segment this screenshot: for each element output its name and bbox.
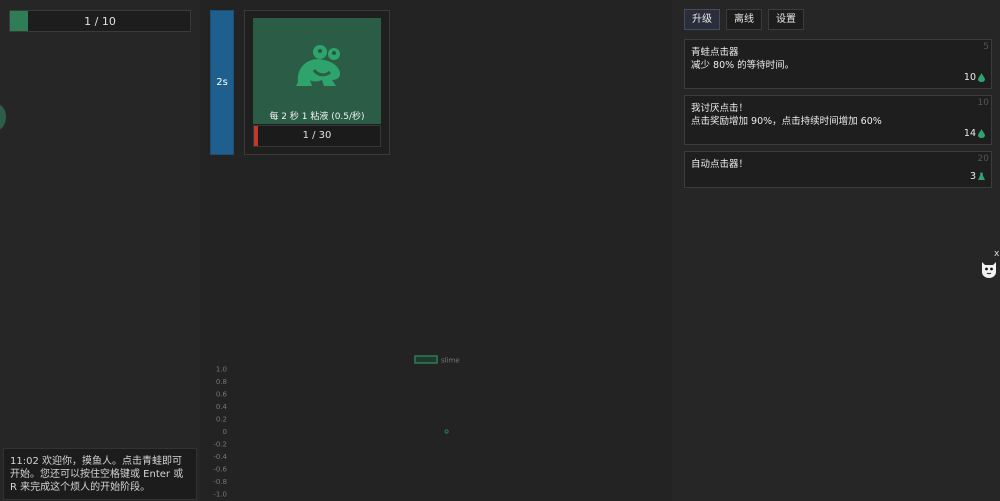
collapsed-side-tab[interactable]	[0, 104, 6, 130]
message-log: 11:02 欢迎你，摸鱼人。点击青蛙即可开始。您还可以按住空格键或 Enter …	[3, 448, 197, 500]
frog-rate-caption: 每 2 秒 1 粘液 (0.5/秒)	[269, 112, 365, 122]
timer-label: 2s	[216, 77, 228, 88]
y-tick-label: 0	[223, 428, 227, 436]
main-panel: 2s 每 2 秒 1 粘液 (0.5/秒) 1 / 30 slime 1.0 0.8…	[200, 0, 672, 501]
log-time: 11:02	[10, 456, 39, 467]
frog-card[interactable]: 每 2 秒 1 粘液 (0.5/秒) 1 / 30	[244, 10, 390, 155]
flask-icon	[978, 172, 985, 180]
legend-swatch[interactable]	[414, 355, 438, 364]
y-tick-label: 1.0	[216, 366, 227, 374]
wait-timer-bar: 2s	[210, 10, 234, 155]
upgrade-cost: 3	[970, 170, 985, 183]
frog-counter-label: 1 / 30	[302, 130, 332, 141]
upgrade-i-hate-clicking[interactable]: 10 我讨厌点击！ 点击奖励增加 90%，点击持续时间增加 60% 14	[684, 95, 992, 145]
upgrade-title: 我讨厌点击！	[691, 103, 749, 114]
tab-offline[interactable]: 离线	[726, 9, 762, 30]
y-tick-label: 0.2	[216, 416, 227, 424]
tab-upgrades[interactable]: 升级	[684, 9, 720, 30]
progress-label: 1 / 10	[84, 15, 116, 28]
y-tick-label: 0.6	[216, 391, 228, 399]
cat-badge-icon[interactable]	[980, 258, 998, 278]
y-tick-label: -0.6	[213, 466, 227, 474]
tab-settings[interactable]: 设置	[768, 9, 804, 30]
slime-drop-icon	[978, 129, 985, 138]
upgrade-cost: 10	[964, 71, 985, 84]
tab-bar: 升级 离线 设置	[684, 9, 804, 30]
y-tick-label: -0.8	[213, 478, 227, 486]
left-panel: 1 / 10 11:02 欢迎你，摸鱼人。点击青蛙即可开始。您还可以按住空格键或…	[0, 0, 200, 501]
upgrade-cost: 14	[964, 127, 985, 140]
cost-value: 14	[963, 128, 976, 139]
upgrade-title: 自动点击器！	[691, 159, 749, 170]
cost-value: 10	[963, 72, 976, 83]
slime-drop-icon	[978, 73, 985, 82]
upgrade-autoclicker[interactable]: 20 自动点击器！ 3	[684, 151, 992, 188]
y-tick-label: 0.8	[216, 378, 227, 386]
frog-counter: 1 / 30	[253, 125, 381, 147]
upgrade-description: 减少 80% 的等待时间。	[691, 60, 795, 71]
y-tick-label: -0.4	[213, 453, 227, 461]
y-tick-label: 0.4	[216, 403, 228, 411]
right-panel: 升级 离线 设置 5 青蛙点击器 减少 80% 的等待时间。 10 10 我讨厌…	[672, 0, 1000, 501]
slime-progress-bar: 1 / 10	[9, 10, 191, 32]
upgrade-number: 5	[983, 42, 989, 52]
cost-value: 3	[969, 171, 976, 182]
frog-button[interactable]: 每 2 秒 1 粘液 (0.5/秒)	[253, 18, 381, 124]
y-tick-label: -0.2	[213, 441, 227, 449]
upgrade-description: 点击奖励增加 90%，点击持续时间增加 60%	[691, 116, 882, 127]
upgrade-number: 10	[977, 98, 989, 108]
upgrade-title: 青蛙点击器	[691, 47, 739, 58]
data-point	[444, 429, 449, 434]
frog-icon	[296, 45, 340, 86]
upgrade-frog-clicker[interactable]: 5 青蛙点击器 减少 80% 的等待时间。 10	[684, 39, 992, 89]
legend-label: slime	[441, 357, 460, 365]
y-tick-label: -1.0	[213, 491, 227, 499]
upgrade-number: 20	[977, 154, 989, 164]
slime-chart: slime 1.0 0.8 0.6 0.4 0.2 0 -0.2 -0.4 -0.6 -0.8 -1.…	[213, 355, 460, 499]
